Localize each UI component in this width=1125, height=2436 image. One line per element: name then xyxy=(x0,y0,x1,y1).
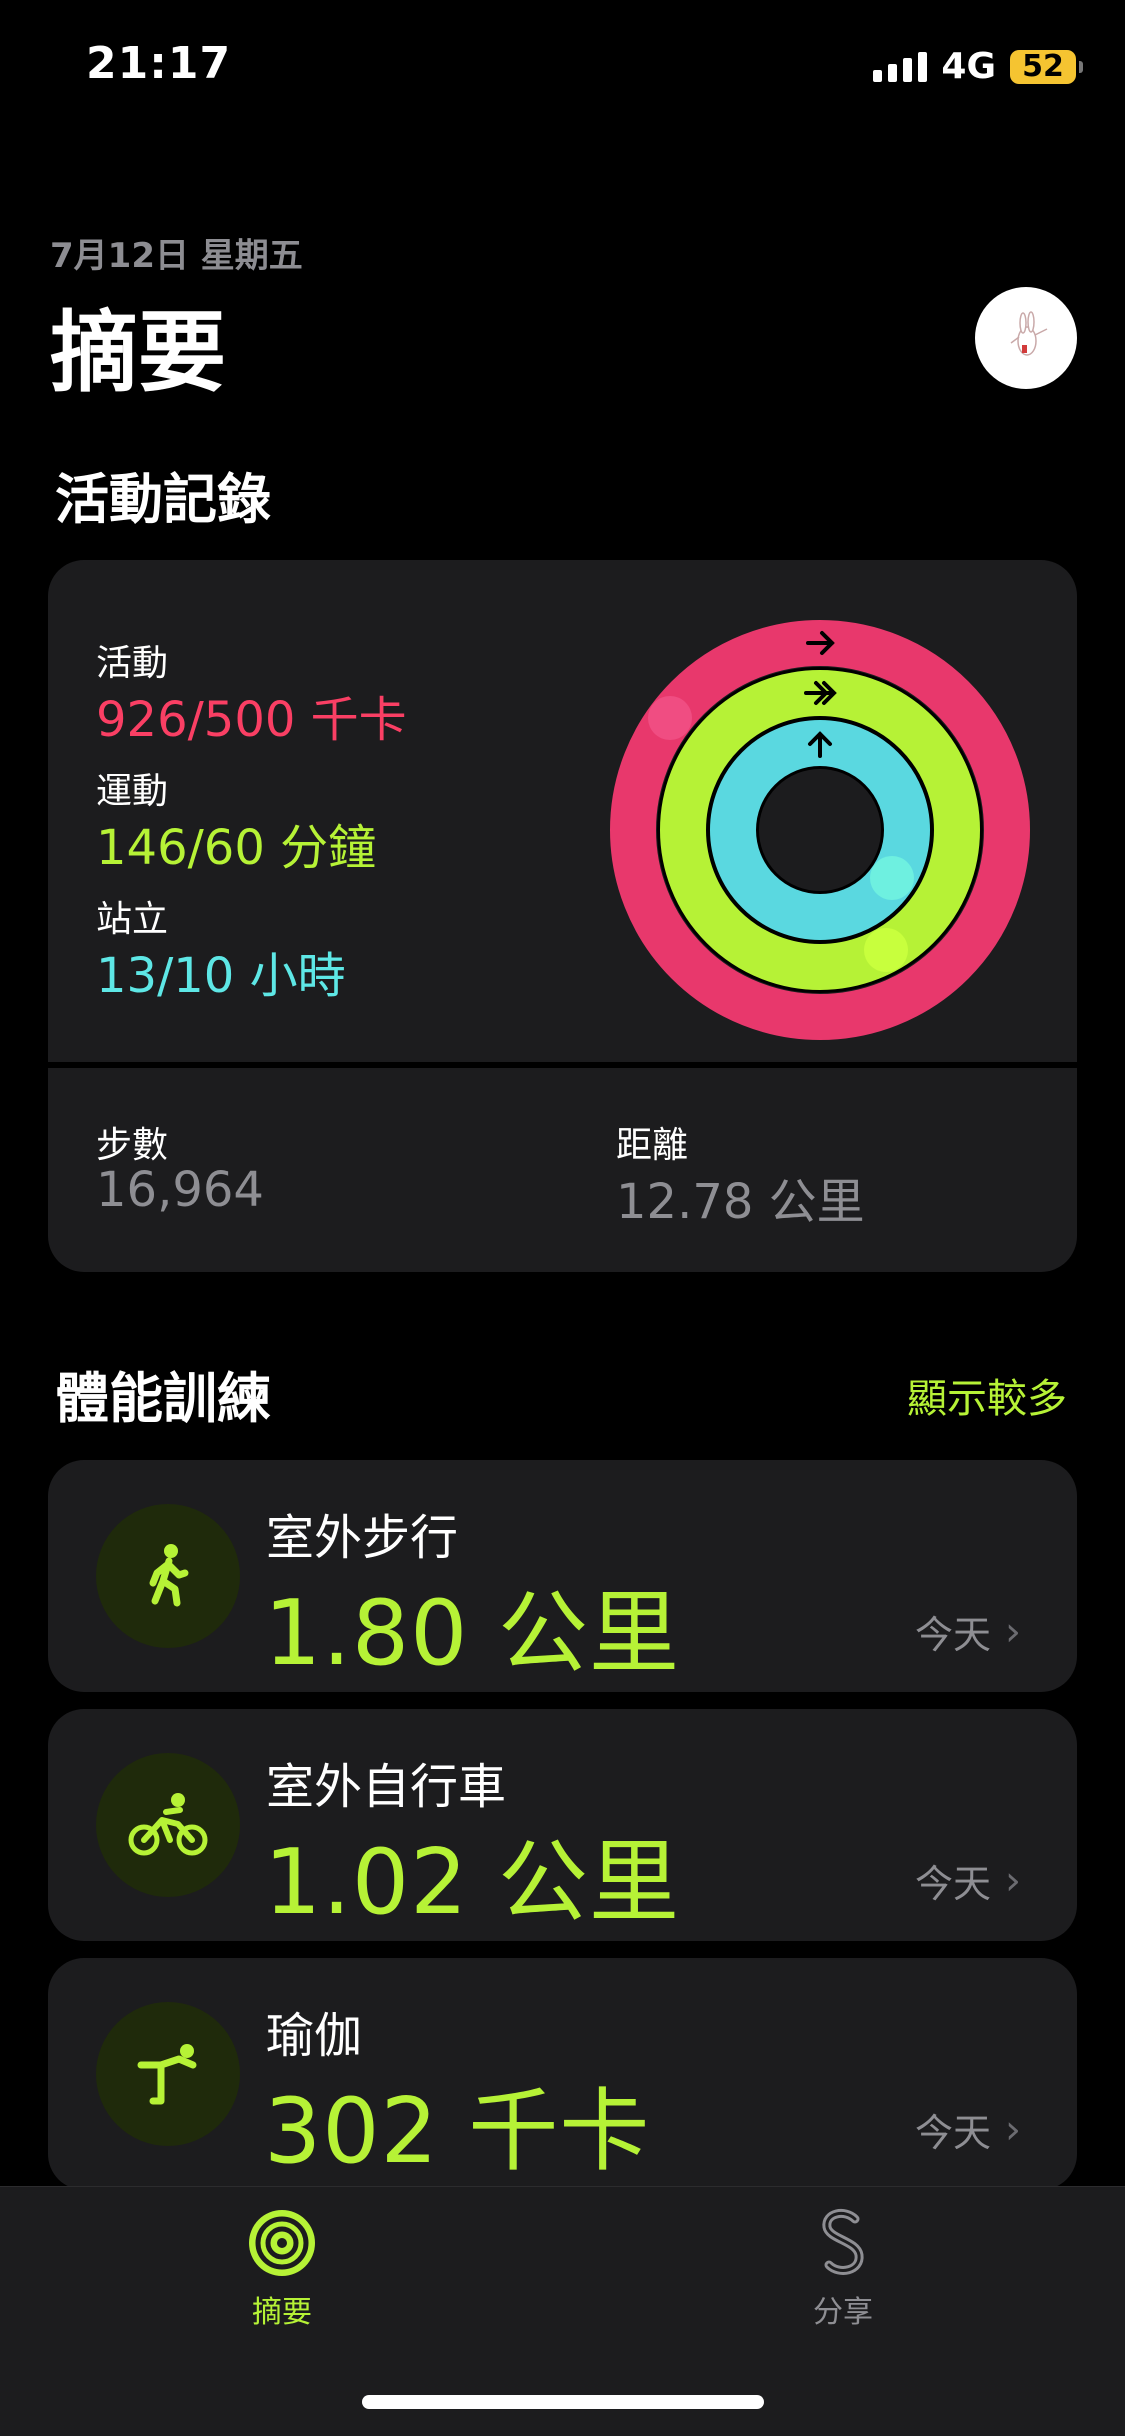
summary-screen: 21:17 4G 52 7月12日 星期五 摘要 活動記錄 活動 926/500… xyxy=(0,0,1125,2436)
workout-value: 1.80 公里 xyxy=(264,1581,680,1686)
activity-section-title: 活動記錄 xyxy=(55,468,271,531)
distance-value: 12.78 公里 xyxy=(616,1174,865,1230)
tab-label: 分享 xyxy=(813,2295,873,2330)
stand-value: 13/10 小時 xyxy=(96,948,346,1004)
move-value: 926/500 千卡 xyxy=(96,692,407,748)
stand-label: 站立 xyxy=(96,899,169,940)
activity-divider xyxy=(48,1062,1077,1068)
workout-name: 室外自行車 xyxy=(266,1759,507,1815)
workout-value: 1.02 公里 xyxy=(264,1830,680,1935)
exercise-ring-overlap-cap xyxy=(864,928,908,972)
workout-date-label: 今天 xyxy=(914,1613,991,1657)
stand-ring-overlap-cap xyxy=(870,856,914,900)
workout-date: 今天 › xyxy=(915,2102,1021,2157)
date-label: 7月12日 星期五 xyxy=(50,236,303,276)
steps-label: 步數 xyxy=(96,1125,169,1166)
move-ring-overlap-cap xyxy=(648,696,692,740)
rings-icon xyxy=(249,2210,315,2276)
workout-name: 瑜伽 xyxy=(266,2008,363,2064)
cycling-icon xyxy=(96,1753,240,1897)
workout-name: 室外步行 xyxy=(266,1510,459,1566)
exercise-value: 146/60 分鐘 xyxy=(96,820,377,876)
yoga-icon xyxy=(96,2002,240,2146)
tab-label: 摘要 xyxy=(252,2295,312,2330)
workout-date-label: 今天 xyxy=(914,2111,991,2155)
workout-date-label: 今天 xyxy=(914,1862,991,1906)
avatar[interactable] xyxy=(975,287,1077,389)
workouts-section-title: 體能訓練 xyxy=(55,1367,271,1430)
status-time: 21:17 xyxy=(86,38,232,89)
cellular-signal-icon xyxy=(873,51,928,82)
workout-value: 302 千卡 xyxy=(264,2079,651,2184)
exercise-label: 運動 xyxy=(96,771,169,812)
activity-card[interactable]: 活動 926/500 千卡 運動 146/60 分鐘 站立 13/10 小時 步… xyxy=(48,560,1077,1272)
network-type: 4G xyxy=(941,46,996,87)
tab-summary[interactable]: 摘要 xyxy=(182,2205,382,2331)
workout-date: 今天 › xyxy=(915,1853,1021,1908)
sharing-icon xyxy=(822,2208,864,2275)
chevron-right-icon: › xyxy=(1005,2106,1021,2153)
tab-sharing[interactable]: 分享 xyxy=(743,2205,943,2331)
show-more-link[interactable]: 顯示較多 xyxy=(907,1366,1067,1424)
distance-label: 距離 xyxy=(616,1125,689,1166)
activity-rings[interactable] xyxy=(610,620,1030,1040)
walking-icon xyxy=(96,1504,240,1648)
chevron-right-icon: › xyxy=(1005,1608,1021,1655)
home-indicator[interactable] xyxy=(362,2395,764,2409)
workout-card-cycling[interactable]: 室外自行車 1.02 公里 今天 › xyxy=(48,1709,1077,1941)
steps-value: 16,964 xyxy=(96,1162,264,1218)
chevron-right-icon: › xyxy=(1005,1857,1021,1904)
workout-date: 今天 › xyxy=(915,1604,1021,1659)
workout-card-yoga[interactable]: 瑜伽 302 千卡 今天 › xyxy=(48,1958,1077,2190)
move-label: 活動 xyxy=(96,643,169,684)
rabbit-avatar-icon xyxy=(1010,311,1048,356)
battery-level: 52 xyxy=(1010,49,1076,84)
page-title: 摘要 xyxy=(50,301,227,404)
battery-icon: 52 xyxy=(1010,49,1083,84)
workout-card-walking[interactable]: 室外步行 1.80 公里 今天 › xyxy=(48,1460,1077,1692)
status-indicators: 4G 52 xyxy=(873,46,1083,87)
